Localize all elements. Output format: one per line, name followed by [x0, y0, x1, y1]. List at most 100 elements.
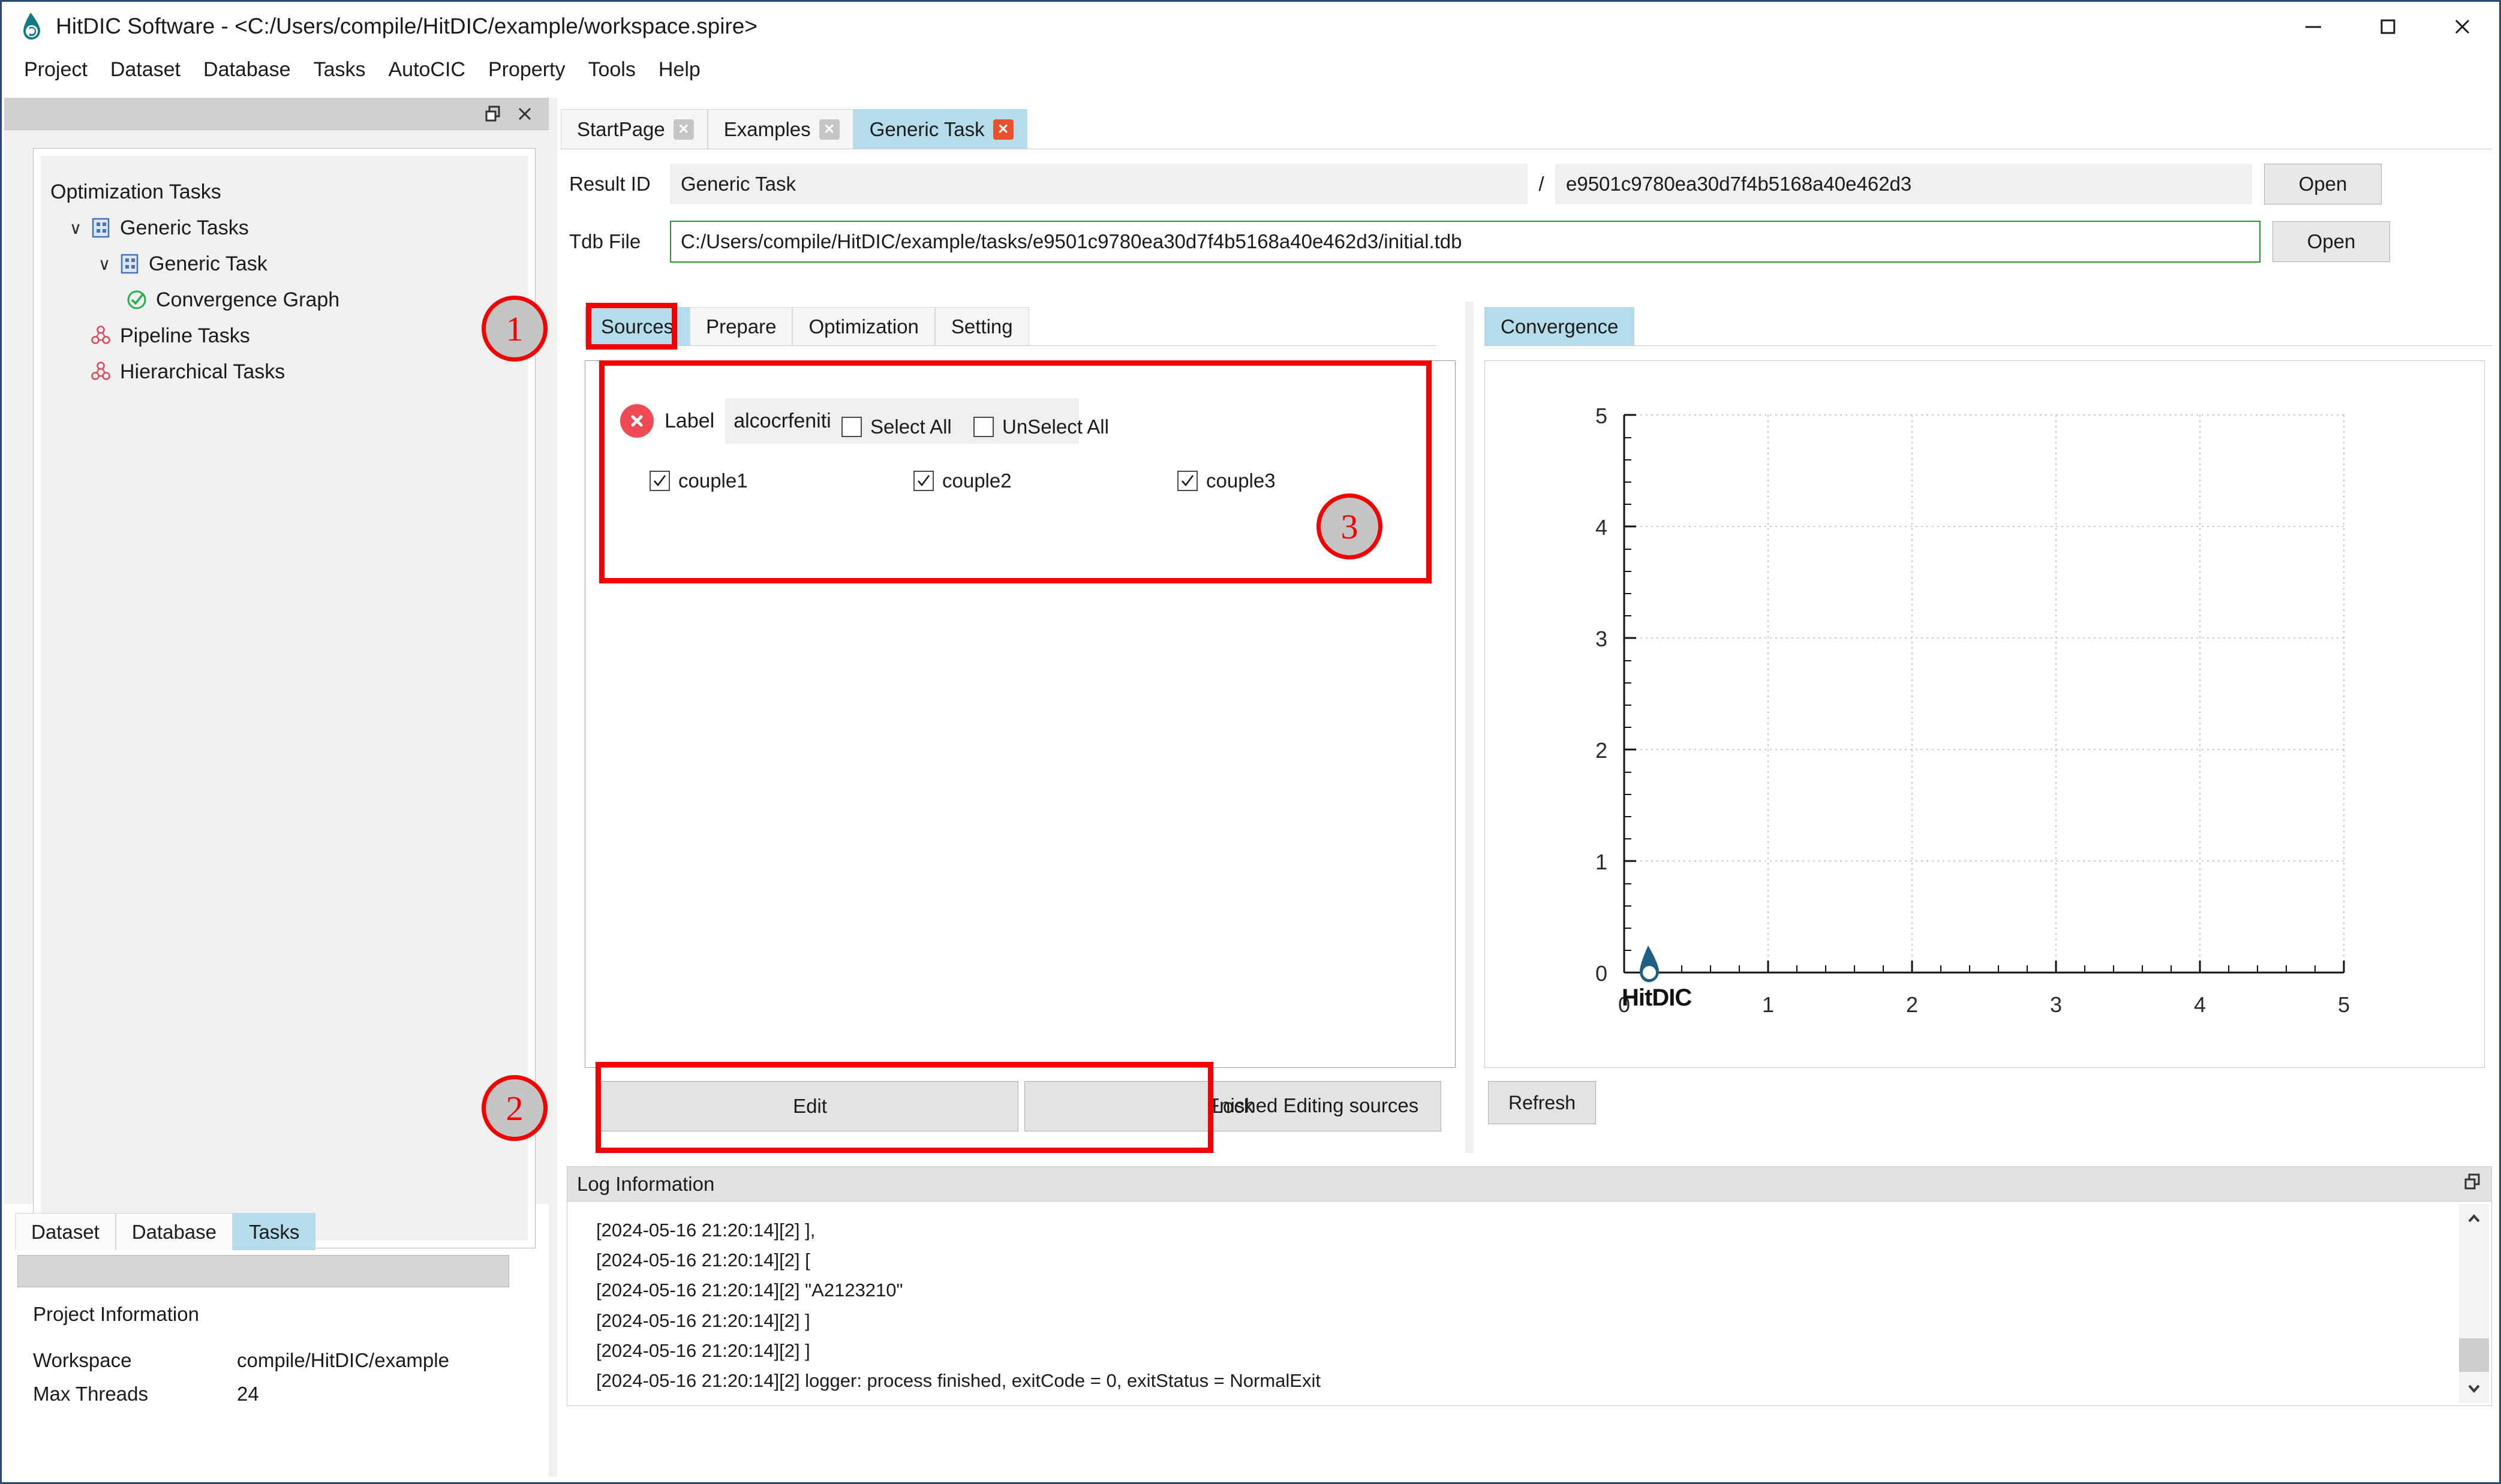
project-info-value: 24 — [237, 1383, 259, 1405]
y-tick-label: 1 — [1595, 850, 1607, 874]
sources-tab-bar: Sources Prepare Optimization Setting — [585, 305, 1436, 346]
open-tdb-button[interactable]: Open — [2272, 221, 2390, 262]
x-tick-label: 5 — [2338, 992, 2350, 1017]
annotation-rect-edit-lock — [596, 1062, 1213, 1153]
close-icon[interactable] — [509, 100, 540, 128]
tab-convergence[interactable]: Convergence — [1484, 307, 1635, 345]
tree-root-text: Optimization Tasks — [50, 180, 221, 203]
log-header: Log Information — [567, 1167, 2491, 1202]
refresh-button[interactable]: Refresh — [1488, 1081, 1596, 1124]
close-icon[interactable]: ✕ — [673, 119, 694, 140]
menu-item-project[interactable]: Project — [13, 55, 99, 85]
hitdic-watermark-text: HitDIC — [1622, 985, 1692, 1011]
menu-item-autocic[interactable]: AutoCIC — [377, 55, 477, 85]
title-bar: HitDIC Software - <C:/Users/compile/HitD… — [2, 2, 2499, 51]
menu-item-tasks[interactable]: Tasks — [302, 55, 377, 85]
annotation-marker-1: 1 — [482, 296, 548, 362]
left-dock-panel: Optimization Tasks ∨ Generic Tasks ∨ Gen… — [4, 98, 549, 1248]
close-icon[interactable]: ✕ — [993, 119, 1014, 140]
tab-startpage[interactable]: StartPage ✕ — [561, 109, 708, 149]
app-droplet-icon — [19, 11, 46, 41]
tab-database[interactable]: Database — [115, 1213, 233, 1250]
y-tick-label: 3 — [1595, 627, 1607, 651]
log-body: [2024-05-16 21:20:14][2] ], [2024-05-16 … — [567, 1202, 2457, 1405]
project-information-title: Project Information — [33, 1303, 199, 1325]
sidebar-item-label: Hierarchical Tasks — [120, 360, 285, 383]
tab-optimization[interactable]: Optimization — [792, 307, 935, 345]
pipeline-icon — [88, 323, 114, 349]
project-info-row: Max Threads 24 — [33, 1377, 549, 1411]
menu-item-dataset[interactable]: Dataset — [99, 55, 192, 85]
sidebar-item-label: Convergence Graph — [156, 288, 340, 311]
menu-item-tools[interactable]: Tools — [576, 55, 647, 85]
sidebar-item-label: Generic Task — [149, 252, 267, 275]
sidebar-item-generic-tasks[interactable]: ∨ Generic Tasks — [50, 210, 528, 246]
annotation-marker-3: 3 — [1316, 493, 1382, 559]
main-tab-bar: StartPage ✕ Examples ✕ Generic Task ✕ — [561, 109, 2492, 149]
sidebar-item-label: Generic Tasks — [120, 216, 249, 239]
tree-root-label: Optimization Tasks — [50, 174, 528, 210]
x-tick-label: 2 — [1906, 992, 1918, 1017]
window-controls — [2276, 2, 2499, 51]
chevron-up-icon[interactable] — [2459, 1204, 2489, 1234]
log-header-title: Log Information — [577, 1172, 715, 1195]
log-panel: Log Information [2024-05-16 21:20:14][2]… — [567, 1166, 2492, 1406]
pipeline-icon — [88, 359, 114, 385]
scrollbar-thumb[interactable] — [2459, 1338, 2489, 1372]
task-tree-panel: Optimization Tasks ∨ Generic Tasks ∨ Gen… — [33, 148, 536, 1248]
tab-prepare[interactable]: Prepare — [690, 307, 793, 345]
tdb-file-input[interactable]: C:/Users/compile/HitDIC/example/tasks/e9… — [670, 221, 2260, 263]
tab-generic-task[interactable]: Generic Task ✕ — [853, 109, 1027, 149]
x-tick-label: 4 — [2194, 992, 2206, 1017]
log-line: [2024-05-16 21:20:14][2] logger: process… — [596, 1370, 1321, 1392]
project-info-key: Max Threads — [33, 1383, 148, 1405]
open-result-button[interactable]: Open — [2264, 164, 2382, 204]
chevron-down-icon[interactable]: ∨ — [92, 254, 116, 274]
close-icon[interactable]: ✕ — [819, 119, 840, 140]
tab-label: Generic Task — [869, 118, 985, 140]
menu-item-database[interactable]: Database — [192, 55, 302, 85]
close-icon[interactable] — [2425, 2, 2499, 51]
chevron-down-icon[interactable] — [2459, 1373, 2489, 1403]
project-info-value: compile/HitDIC/example — [237, 1349, 449, 1371]
log-line: [2024-05-16 21:20:14][2] "A2123210" — [596, 1280, 903, 1301]
project-info-row: Workspace compile/HitDIC/example — [33, 1344, 549, 1377]
maximize-icon[interactable] — [2350, 2, 2425, 51]
minimize-icon[interactable] — [2276, 2, 2350, 51]
annotation-rect-sources-tab — [586, 303, 677, 350]
result-id-hash-field: e9501c9780ea30d7f4b5168a40e462d3 — [1555, 164, 2252, 204]
menu-bar: Project Dataset Database Tasks AutoCIC P… — [2, 51, 2499, 88]
log-scrollbar[interactable] — [2459, 1204, 2489, 1403]
menu-item-help[interactable]: Help — [647, 55, 712, 85]
y-tick-label: 4 — [1595, 515, 1607, 540]
log-line: [2024-05-16 21:20:14][2] ], — [596, 1220, 816, 1241]
sidebar-item-generic-task[interactable]: ∨ Generic Task — [50, 246, 528, 282]
convergence-chart-panel: 0 1 2 3 4 5 0 1 2 3 4 5 HitDIC — [1484, 360, 2485, 1068]
menu-item-property[interactable]: Property — [477, 55, 577, 85]
tab-dataset[interactable]: Dataset — [15, 1213, 116, 1250]
y-tick-label: 2 — [1595, 738, 1607, 763]
result-id-name-field: Generic Task — [670, 164, 1528, 204]
sidebar-item-convergence-graph[interactable]: Convergence Graph — [50, 282, 528, 318]
tab-tasks[interactable]: Tasks — [233, 1213, 316, 1250]
sources-status-text: Fnished Editing sources — [1207, 1094, 1419, 1116]
hitdic-watermark-droplet — [1640, 946, 1659, 982]
chevron-down-icon[interactable]: ∨ — [64, 218, 88, 238]
tab-setting[interactable]: Setting — [934, 307, 1029, 345]
horizontal-splitter[interactable] — [1465, 302, 1474, 1153]
restore-icon[interactable] — [478, 100, 509, 128]
tab-label: Examples — [723, 118, 811, 140]
vertical-splitter[interactable] — [549, 98, 557, 1477]
log-line: [2024-05-16 21:20:14][2] ] — [596, 1310, 810, 1331]
x-tick-label: 3 — [2050, 992, 2062, 1017]
restore-icon[interactable] — [2464, 1173, 2482, 1196]
sidebar-item-label: Pipeline Tasks — [120, 324, 250, 347]
tab-examples[interactable]: Examples ✕ — [707, 109, 853, 149]
search-input[interactable] — [17, 1255, 509, 1287]
sidebar-item-pipeline-tasks[interactable]: Pipeline Tasks — [50, 318, 528, 354]
task-grid-icon — [116, 251, 143, 277]
result-id-label: Result ID — [569, 173, 651, 195]
sidebar-item-hierarchical-tasks[interactable]: Hierarchical Tasks — [50, 354, 528, 390]
x-tick-label: 1 — [1762, 992, 1774, 1017]
project-information: Project Information Workspace compile/Hi… — [33, 1303, 549, 1411]
